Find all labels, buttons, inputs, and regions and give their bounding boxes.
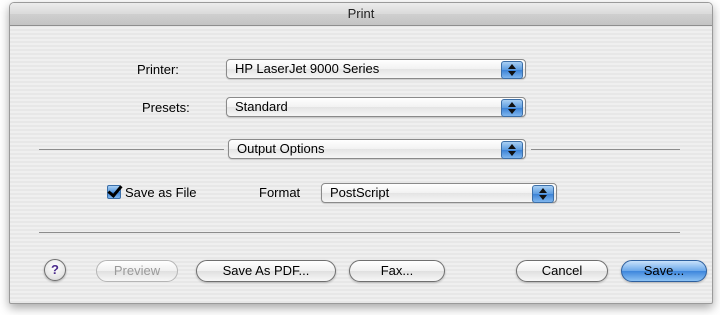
save-as-file-label: Save as File: [125, 185, 197, 200]
popup-arrows-icon: [501, 61, 523, 79]
save-as-pdf-button[interactable]: Save As PDF...: [196, 260, 336, 282]
window-title: Print: [10, 3, 712, 26]
save-button[interactable]: Save...: [621, 260, 707, 282]
presets-value: Standard: [235, 99, 288, 114]
cancel-button[interactable]: Cancel: [516, 260, 608, 282]
help-button[interactable]: ?: [44, 259, 66, 281]
panel-popup[interactable]: Output Options: [228, 139, 526, 159]
format-popup[interactable]: PostScript: [321, 183, 557, 203]
checkmark-icon: [107, 182, 123, 198]
presets-popup[interactable]: Standard: [226, 97, 526, 117]
presets-label: Presets:: [142, 100, 190, 115]
format-label: Format: [259, 185, 301, 200]
separator-left: [39, 149, 224, 150]
popup-arrows-icon: [532, 185, 554, 203]
print-dialog: Print Printer: HP LaserJet 9000 Series P…: [9, 2, 713, 304]
panel-value: Output Options: [237, 141, 325, 156]
printer-label: Printer:: [137, 62, 179, 77]
separator-bottom: [39, 232, 680, 233]
save-as-file-checkbox[interactable]: [107, 182, 123, 199]
printer-value: HP LaserJet 9000 Series: [235, 61, 380, 76]
separator-right: [531, 149, 680, 150]
popup-arrows-icon: [501, 141, 523, 159]
popup-arrows-icon: [501, 99, 523, 117]
fax-button[interactable]: Fax...: [349, 260, 445, 282]
preview-button[interactable]: Preview: [96, 260, 178, 282]
format-value: PostScript: [330, 185, 390, 200]
printer-popup[interactable]: HP LaserJet 9000 Series: [226, 59, 526, 79]
